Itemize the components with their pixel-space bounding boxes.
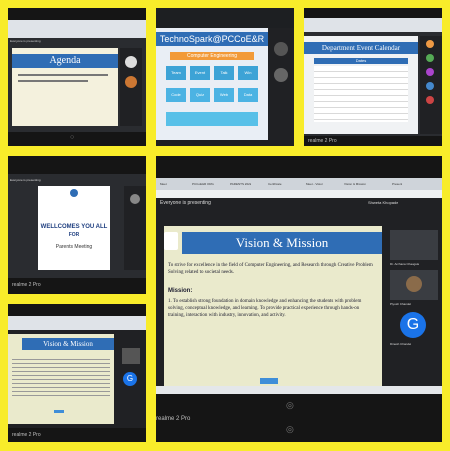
tile-welcome: Everyone is presenting WELLCOMES YOU ALL… <box>8 156 146 294</box>
vision-participant-avatar: G <box>400 312 426 338</box>
vision-participant-tile <box>390 230 438 260</box>
technospark-badge: Web <box>214 88 234 102</box>
vision-participant-name-3: Dinesh Chandel <box>390 342 412 346</box>
welcome-participant-avatar <box>130 194 140 204</box>
technospark-badge: Talk <box>214 66 234 80</box>
technospark-participant-column <box>268 28 294 140</box>
browser-tab[interactable]: PARENTS 2022 <box>230 182 251 186</box>
technospark-badge: Quiz <box>190 88 210 102</box>
agenda-slide-title: Agenda <box>12 54 118 68</box>
technospark-badge: Team <box>166 66 186 80</box>
vision-meet-user: Shweta Khopade <box>368 200 399 205</box>
vision-power-icon[interactable]: ◎ <box>286 400 294 411</box>
browser-tab[interactable]: Meet - Vision <box>306 182 323 186</box>
tile-technospark: TechnoSpark@PCCoE&R Computer Engineering… <box>156 8 294 146</box>
browser-tab[interactable]: Certificate <box>268 182 282 186</box>
calendar-participant-avatar <box>426 40 434 48</box>
technospark-badge: Code <box>166 88 186 102</box>
vision-small-participant-tile <box>122 348 140 364</box>
vision-home-icon[interactable]: ◎ <box>286 424 294 435</box>
calendar-slide-title: Department Event Calendar <box>304 42 418 54</box>
technospark-participant-avatar <box>274 68 288 82</box>
vision-screen: Meet PCCoE&R ORG PARENTS 2022 Certificat… <box>156 178 442 394</box>
vision-small-text <box>12 356 110 396</box>
collage: { "collage": { "agenda": { "title": "Age… <box>0 0 450 451</box>
technospark-banner: Computer Engineering <box>170 52 254 60</box>
vision-slide-title: Vision & Mission <box>182 232 382 254</box>
vision-small-slide: Vision & Mission <box>8 334 114 424</box>
welcome-brand-label: realme 2 Pro <box>12 282 41 288</box>
calendar-table <box>314 66 408 122</box>
welcome-heading: WELLCOMES YOU ALL <box>40 224 108 230</box>
tile-calendar: Department Event Calendar Dates realme 2… <box>304 8 442 146</box>
technospark-badge: Data <box>238 88 258 102</box>
vision-slide: Vision & Mission To strive for excellenc… <box>164 226 382 394</box>
slide-nav-button[interactable] <box>54 410 64 413</box>
vision-participant-name-2: Piyush Chandel <box>390 302 412 306</box>
technospark-slide-title: TechnoSpark@PCCoE&R <box>156 32 268 46</box>
agenda-slide: Agenda <box>12 48 118 126</box>
calendar-month-header: Dates <box>314 58 408 64</box>
technospark-badge: Event <box>190 66 210 80</box>
vision-participant-column: Dr. Archana Chaugule Piyush Chandel G Di… <box>386 226 442 394</box>
agenda-home-icon[interactable]: ○ <box>70 134 74 141</box>
calendar-participant-avatar <box>426 96 434 104</box>
welcome-for: FOR <box>68 232 80 238</box>
agenda-line-1 <box>18 74 108 76</box>
college-logo-icon <box>164 232 178 250</box>
vision-taskbar <box>156 386 442 394</box>
welcome-participant-column <box>124 186 146 270</box>
browser-tab[interactable]: PCCoE&R ORG <box>192 182 214 186</box>
vision-small-screen: Vision & Mission G <box>8 316 146 428</box>
calendar-brand-label: realme 2 Pro <box>308 138 337 144</box>
slide-nav-button[interactable] <box>260 378 278 384</box>
calendar-browser-bar <box>304 18 442 32</box>
agenda-participant-avatar <box>125 56 137 68</box>
technospark-participant-avatar <box>274 42 288 56</box>
calendar-participant-column <box>420 36 442 134</box>
technospark-slide: TechnoSpark@PCCoE&R Computer Engineering… <box>156 28 268 140</box>
vision-small-brand-label: realme 2 Pro <box>12 432 41 438</box>
tile-vision-large: Meet PCCoE&R ORG PARENTS 2022 Certificat… <box>156 156 442 442</box>
vision-address-bar[interactable] <box>156 190 442 198</box>
calendar-participant-avatar <box>426 82 434 90</box>
welcome-presenting-label: Everyone is presenting <box>10 178 41 182</box>
welcome-screen: Everyone is presenting WELLCOMES YOU ALL… <box>8 174 146 278</box>
agenda-presenting-label: Everyone is presenting <box>10 39 41 43</box>
technospark-badge: Win <box>238 66 258 80</box>
agenda-browser-bar <box>8 20 146 38</box>
technospark-screen: TechnoSpark@PCCoE&R Computer Engineering… <box>156 8 294 146</box>
welcome-slide: WELLCOMES YOU ALL FOR Parents Meeting <box>38 186 110 270</box>
tile-vision-small: Vision & Mission G realme 2 Pro <box>8 304 146 442</box>
agenda-participant-column <box>120 48 142 126</box>
browser-tab[interactable]: Meet <box>160 182 167 186</box>
calendar-screen: Department Event Calendar Dates <box>304 18 442 136</box>
vision-small-participant-column: G <box>116 334 146 424</box>
mission-text: 1. To establish strong foundation in dom… <box>168 299 362 318</box>
vision-participant-photo <box>406 276 422 292</box>
technospark-badge-grid: Team Event Talk Win Code Quiz Web Data <box>166 66 258 134</box>
agenda-participant-avatar <box>125 76 137 88</box>
welcome-subtitle: Parents Meeting <box>55 244 93 250</box>
agenda-line-2 <box>18 80 88 82</box>
browser-tab[interactable]: Present <box>392 182 402 186</box>
vision-small-browser-bar <box>8 316 146 330</box>
technospark-footer-bar <box>166 112 258 126</box>
calendar-slide: Department Event Calendar Dates <box>304 36 418 134</box>
mission-label: Mission: <box>168 288 193 294</box>
vision-participant-name: Dr. Archana Chaugule <box>390 262 420 266</box>
vision-browser-tabs: Meet PCCoE&R ORG PARENTS 2022 Certificat… <box>156 178 442 190</box>
tile-agenda: Everyone is presenting Agenda ○ <box>8 8 146 146</box>
calendar-participant-avatar <box>426 68 434 76</box>
agenda-screen: Everyone is presenting Agenda <box>8 20 146 132</box>
vision-brand-label: realme 2 Pro <box>156 416 191 422</box>
calendar-participant-avatar <box>426 54 434 62</box>
vision-small-slide-title: Vision & Mission <box>22 338 114 350</box>
vision-text: To strive for excellence in the field of… <box>168 263 373 275</box>
college-logo-icon <box>70 189 78 197</box>
vision-presenting-label: Everyone is presenting <box>160 200 211 206</box>
vision-small-avatar: G <box>123 372 137 386</box>
browser-tab[interactable]: Vision & Mission <box>344 182 366 186</box>
